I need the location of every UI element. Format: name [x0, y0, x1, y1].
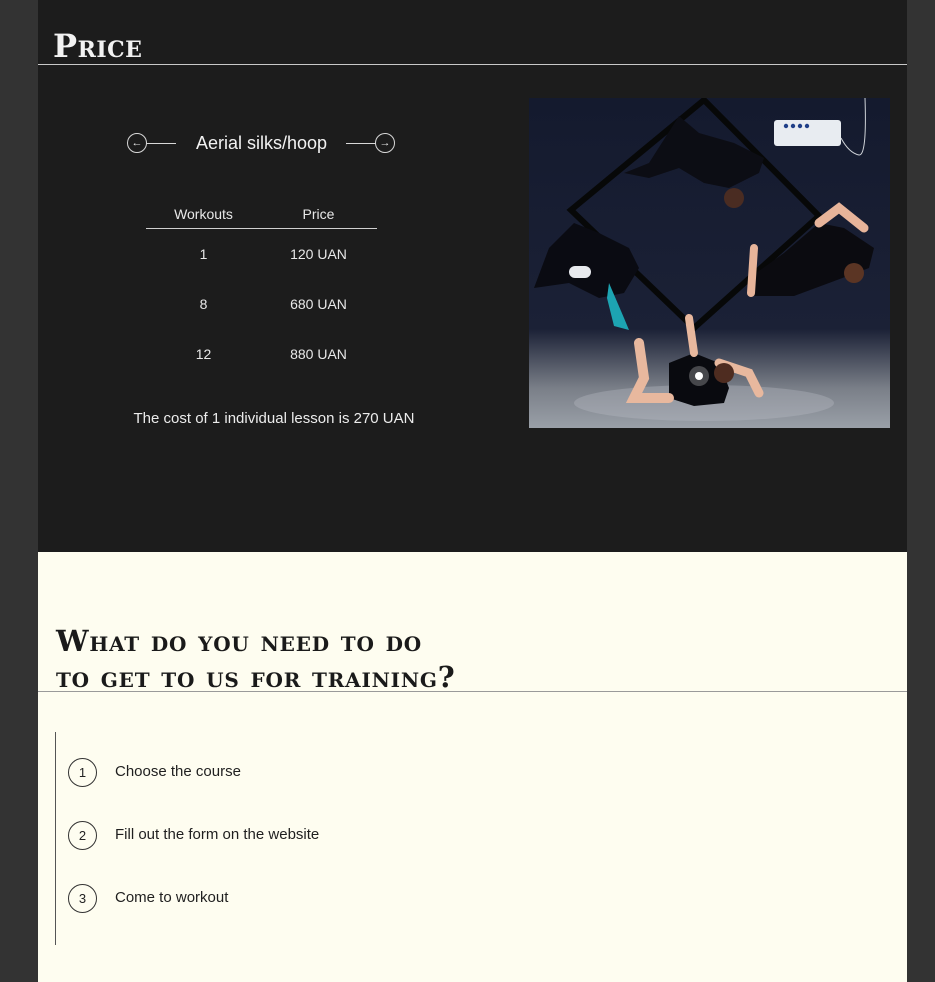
- steps-timeline-line: [55, 732, 56, 945]
- course-switcher: ← Aerial silks/hoop →: [127, 130, 396, 156]
- divider: [38, 64, 907, 65]
- photo-illustration: [534, 98, 874, 421]
- step-number: 3: [68, 884, 97, 913]
- arrow-line: [146, 143, 176, 144]
- arrow-line: [346, 143, 376, 144]
- step-number: 2: [68, 821, 97, 850]
- arrow-right-icon: →: [375, 133, 395, 153]
- step-label: Come to workout: [115, 889, 229, 906]
- table-row: 1 120 UAN: [146, 229, 377, 279]
- table-row: 12 880 UAN: [146, 329, 377, 379]
- price-cell: 880 UAN: [290, 346, 347, 362]
- page: Price ← Aerial silks/hoop → Workouts Pri…: [38, 0, 907, 982]
- workouts-cell: 1: [199, 246, 208, 262]
- steps-title-line-2: to get to us for training?: [56, 660, 456, 694]
- step-number: 1: [68, 758, 97, 787]
- column-header-price: Price: [302, 206, 335, 222]
- step-label: Choose the course: [115, 763, 241, 780]
- price-table: Workouts Price 1 120 UAN 8 680 UAN 12 88…: [146, 200, 377, 379]
- divider: [38, 691, 907, 692]
- table-header: Workouts Price: [146, 200, 377, 229]
- prev-course-button[interactable]: ←: [127, 133, 176, 153]
- column-header-workouts: Workouts: [174, 206, 233, 222]
- steps-title-line-1: What do you need to do: [56, 624, 422, 658]
- workouts-cell: 12: [195, 346, 212, 362]
- price-section: Price ← Aerial silks/hoop → Workouts Pri…: [38, 0, 907, 552]
- step-label: Fill out the form on the website: [115, 826, 320, 843]
- price-cell: 120 UAN: [290, 246, 347, 262]
- aerial-performers-photo: [529, 98, 890, 428]
- steps-title: What do you need to do to get to us for …: [56, 623, 456, 695]
- table-row: 8 680 UAN: [146, 279, 377, 329]
- section-title: Price: [53, 27, 143, 65]
- next-course-button[interactable]: →: [346, 133, 395, 153]
- course-name: Aerial silks/hoop: [195, 133, 328, 153]
- individual-lesson-note: The cost of 1 individual lesson is 270 U…: [133, 410, 415, 427]
- price-cell: 680 UAN: [290, 296, 347, 312]
- arrow-left-icon: ←: [127, 133, 147, 153]
- steps-section: What do you need to do to get to us for …: [38, 552, 907, 982]
- workouts-cell: 8: [199, 296, 208, 312]
